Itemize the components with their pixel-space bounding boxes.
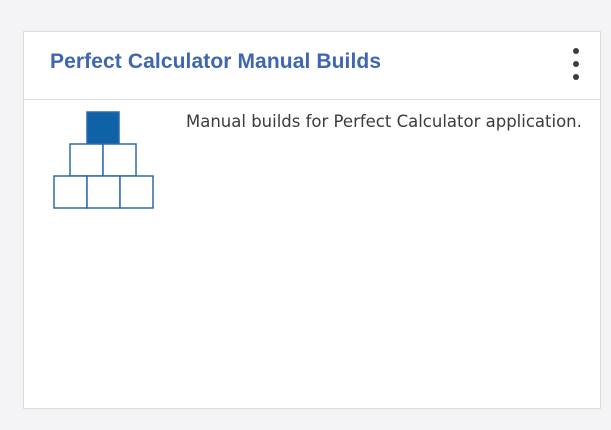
card-body: Manual builds for Perfect Calculator app… <box>24 100 600 408</box>
card-header: Perfect Calculator Manual Builds <box>24 32 600 100</box>
kebab-dot <box>573 48 579 54</box>
page: Perfect Calculator Manual Builds Manual … <box>0 0 611 430</box>
pyramid-bottom-block <box>119 175 154 209</box>
kebab-menu-icon[interactable] <box>568 48 584 82</box>
pyramid-bottom-block <box>86 175 121 209</box>
pyramid-bottom-block <box>53 175 88 209</box>
pyramid-middle-block <box>69 143 104 177</box>
pyramid-middle-block <box>102 143 137 177</box>
pyramid-top-block <box>86 111 120 145</box>
block-pyramid-icon <box>53 111 154 209</box>
card-title[interactable]: Perfect Calculator Manual Builds <box>50 50 381 74</box>
kebab-dot <box>573 74 579 80</box>
card-description: Manual builds for Perfect Calculator app… <box>186 112 582 131</box>
build-card[interactable]: Perfect Calculator Manual Builds Manual … <box>23 31 601 409</box>
kebab-dot <box>573 61 579 67</box>
